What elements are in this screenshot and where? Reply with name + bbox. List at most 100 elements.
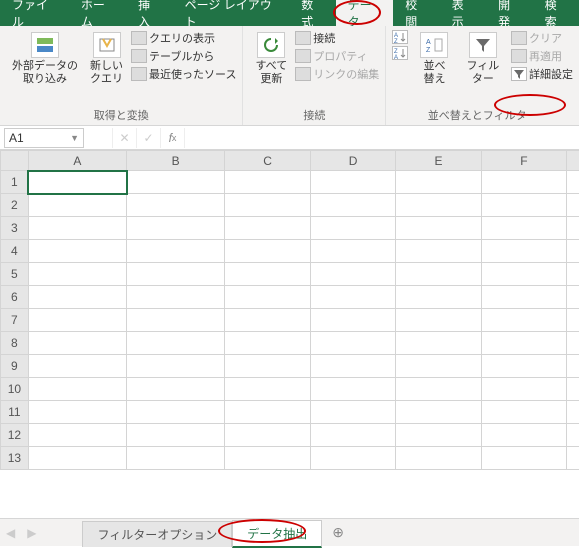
refresh-all-button[interactable]: すべて 更新 xyxy=(249,30,293,88)
cell[interactable] xyxy=(225,447,310,470)
cell[interactable] xyxy=(396,217,481,240)
properties-button[interactable]: プロパティ xyxy=(295,48,379,64)
col-header-D[interactable]: D xyxy=(310,151,395,171)
cell[interactable] xyxy=(28,263,126,286)
cell[interactable] xyxy=(396,447,481,470)
cell[interactable] xyxy=(127,240,225,263)
cell[interactable] xyxy=(127,332,225,355)
cell[interactable] xyxy=(396,309,481,332)
cell[interactable] xyxy=(225,424,310,447)
cell[interactable] xyxy=(310,447,395,470)
col-header-F[interactable]: F xyxy=(481,151,566,171)
cell[interactable] xyxy=(310,424,395,447)
cell[interactable] xyxy=(396,401,481,424)
tab-pagelayout[interactable]: ページ レイアウト xyxy=(173,0,290,26)
row-header-10[interactable]: 10 xyxy=(1,378,29,401)
cell[interactable] xyxy=(127,424,225,447)
connections-button[interactable]: 接続 xyxy=(295,30,379,46)
cell[interactable] xyxy=(567,355,579,378)
cell[interactable] xyxy=(225,355,310,378)
tab-file[interactable]: ファイル xyxy=(0,0,69,26)
cell[interactable] xyxy=(481,240,566,263)
cell[interactable] xyxy=(127,171,225,194)
cell[interactable] xyxy=(28,194,126,217)
cell[interactable] xyxy=(225,194,310,217)
cell[interactable] xyxy=(310,286,395,309)
cell[interactable] xyxy=(28,171,126,194)
cell[interactable] xyxy=(396,424,481,447)
row-header-1[interactable]: 1 xyxy=(1,171,29,194)
cell[interactable] xyxy=(225,240,310,263)
cell[interactable] xyxy=(127,263,225,286)
tab-data[interactable]: データ xyxy=(336,0,394,26)
cell[interactable] xyxy=(225,263,310,286)
cell[interactable] xyxy=(396,240,481,263)
cell[interactable] xyxy=(28,378,126,401)
cell[interactable] xyxy=(567,171,579,194)
fx-icon[interactable]: fx xyxy=(160,128,184,148)
cell[interactable] xyxy=(225,332,310,355)
cell[interactable] xyxy=(28,447,126,470)
cell[interactable] xyxy=(567,378,579,401)
row-header-9[interactable]: 9 xyxy=(1,355,29,378)
cell[interactable] xyxy=(28,240,126,263)
new-query-button[interactable]: 新しい クエリ xyxy=(84,30,129,88)
cell[interactable] xyxy=(567,286,579,309)
cell[interactable] xyxy=(127,378,225,401)
cell[interactable] xyxy=(396,378,481,401)
cell[interactable] xyxy=(310,240,395,263)
row-header-7[interactable]: 7 xyxy=(1,309,29,332)
cell[interactable] xyxy=(396,332,481,355)
sort-button[interactable]: AZ 並べ替え xyxy=(412,30,456,88)
grid[interactable]: A B C D E F G 12345678910111213 xyxy=(0,150,579,518)
tab-developer[interactable]: 開発 xyxy=(486,0,532,26)
cell[interactable] xyxy=(225,286,310,309)
cell[interactable] xyxy=(127,447,225,470)
col-header-B[interactable]: B xyxy=(127,151,225,171)
cell[interactable] xyxy=(567,263,579,286)
recent-sources-button[interactable]: 最近使ったソース xyxy=(131,66,236,82)
row-header-13[interactable]: 13 xyxy=(1,447,29,470)
sheet-nav-prev-icon[interactable]: ◀ xyxy=(0,526,21,540)
cell[interactable] xyxy=(567,447,579,470)
cell[interactable] xyxy=(567,309,579,332)
cell[interactable] xyxy=(310,378,395,401)
cell[interactable] xyxy=(28,332,126,355)
cell[interactable] xyxy=(310,217,395,240)
tab-insert[interactable]: 挿入 xyxy=(126,0,172,26)
cell[interactable] xyxy=(481,263,566,286)
cell[interactable] xyxy=(225,378,310,401)
cell[interactable] xyxy=(481,355,566,378)
col-header-A[interactable]: A xyxy=(28,151,126,171)
cell[interactable] xyxy=(396,286,481,309)
cell[interactable] xyxy=(567,424,579,447)
cell[interactable] xyxy=(481,194,566,217)
cell[interactable] xyxy=(567,332,579,355)
row-header-8[interactable]: 8 xyxy=(1,332,29,355)
cell[interactable] xyxy=(396,171,481,194)
cell[interactable] xyxy=(127,194,225,217)
row-header-5[interactable]: 5 xyxy=(1,263,29,286)
cell[interactable] xyxy=(481,217,566,240)
advanced-filter-button[interactable]: 詳細設定 xyxy=(511,66,573,82)
row-header-12[interactable]: 12 xyxy=(1,424,29,447)
reapply-button[interactable]: 再適用 xyxy=(511,48,573,64)
tab-search[interactable]: 検索 xyxy=(533,0,579,26)
cell[interactable] xyxy=(310,194,395,217)
col-header-E[interactable]: E xyxy=(396,151,481,171)
cell[interactable] xyxy=(567,194,579,217)
cell[interactable] xyxy=(28,309,126,332)
cell[interactable] xyxy=(481,332,566,355)
row-header-2[interactable]: 2 xyxy=(1,194,29,217)
cell[interactable] xyxy=(127,217,225,240)
cell[interactable] xyxy=(225,309,310,332)
cell[interactable] xyxy=(28,217,126,240)
cell[interactable] xyxy=(310,401,395,424)
cell[interactable] xyxy=(127,401,225,424)
cell[interactable] xyxy=(225,217,310,240)
show-queries-button[interactable]: クエリの表示 xyxy=(131,30,236,46)
tab-home[interactable]: ホーム xyxy=(69,0,126,26)
cell[interactable] xyxy=(127,309,225,332)
cell[interactable] xyxy=(28,286,126,309)
cell[interactable] xyxy=(481,171,566,194)
